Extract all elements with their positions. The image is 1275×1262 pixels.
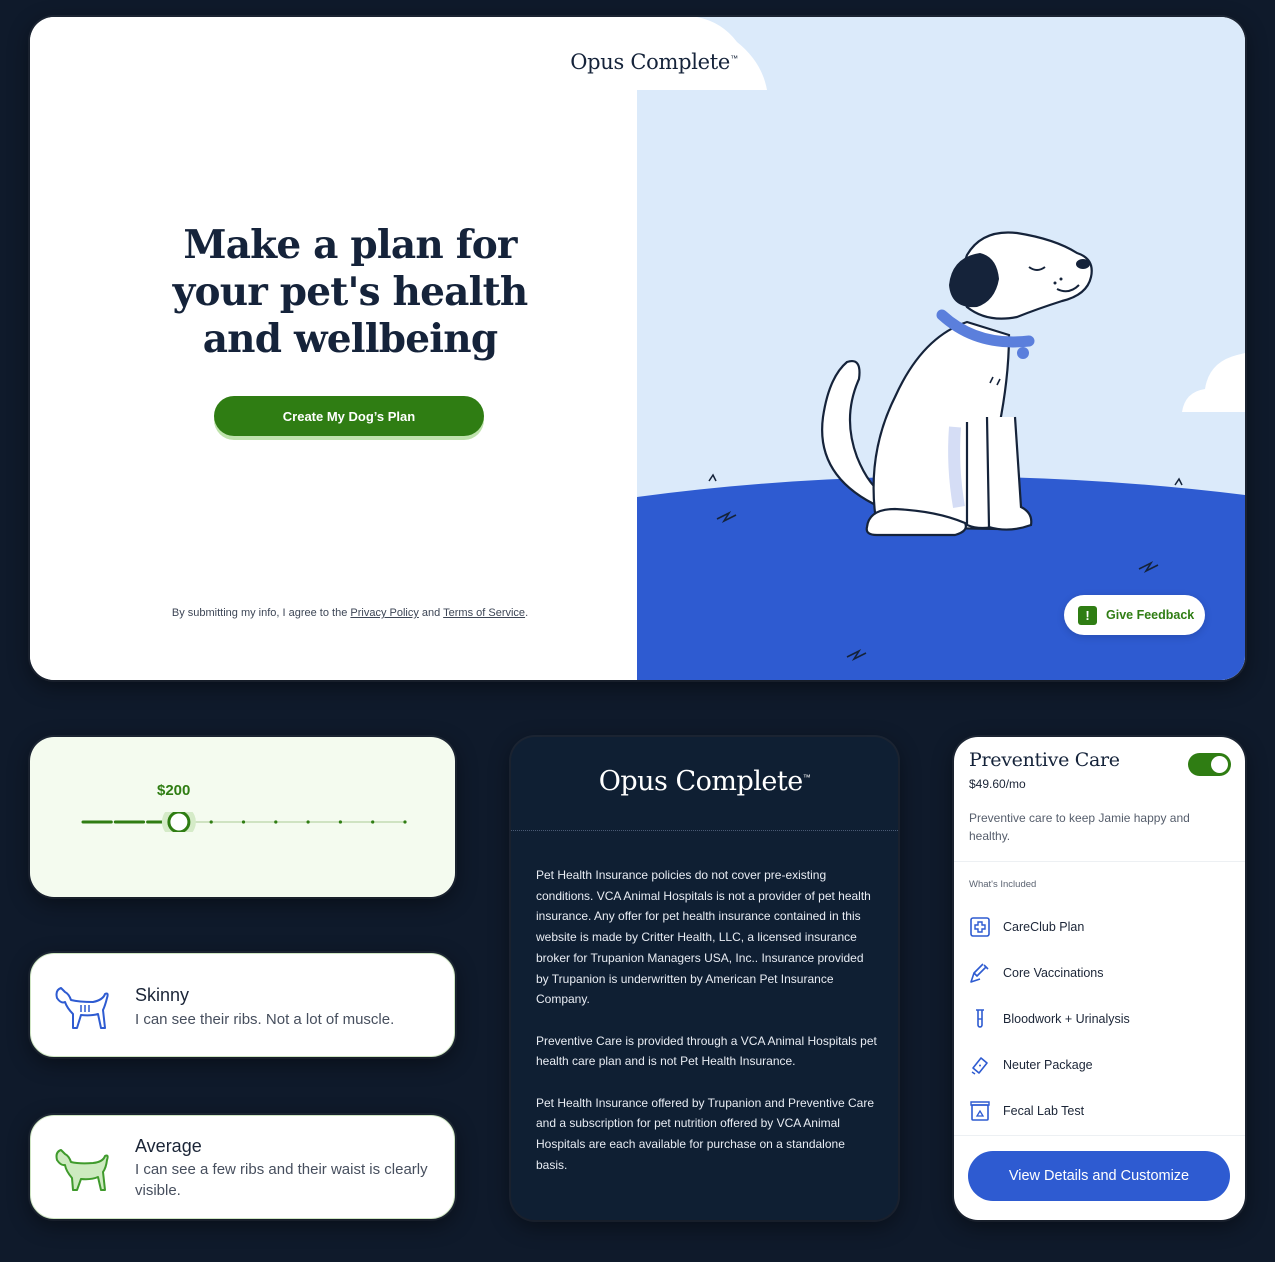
feedback-alert-icon: ! — [1078, 605, 1097, 625]
slider-step-dot — [403, 820, 407, 824]
skinny-dog-icon — [55, 987, 109, 1029]
hero-card: Make a plan for your pet's health and we… — [30, 17, 1245, 680]
create-plan-button[interactable]: Create My Dog’s Plan — [214, 396, 484, 436]
plan-title: Preventive Care — [969, 749, 1120, 771]
test-tube-icon — [976, 1009, 984, 1028]
legal-notice: By submitting my info, I agree to the Pr… — [171, 607, 529, 619]
divider — [954, 1135, 1245, 1136]
preventive-care-card: Preventive Care $49.60/mo Preventive car… — [954, 737, 1245, 1220]
brand-logo: Opus Complete™ — [570, 50, 738, 74]
toggle-knob — [1211, 756, 1228, 773]
slider-value-label: $200 — [157, 782, 191, 799]
slider-step-dot — [371, 820, 375, 824]
brand-logo: Opus Complete™ — [598, 766, 811, 797]
slider-step-dot — [209, 820, 213, 824]
disclaimer-card: Opus Complete™ Pet Health Insurance poli… — [511, 737, 898, 1220]
plan-toggle[interactable] — [1188, 753, 1231, 776]
list-item: Bloodwork + Urinalysis — [969, 996, 1231, 1042]
hero-left-panel: Make a plan for your pet's health and we… — [30, 17, 637, 680]
slider-step-dot — [274, 820, 278, 824]
plan-price: $49.60/mo — [969, 777, 1026, 791]
slider-step-dot — [306, 820, 310, 824]
slider-step-dot — [241, 820, 246, 824]
dog-illustration — [637, 17, 1245, 680]
medical-cross-icon — [970, 917, 990, 937]
plan-description: Preventive care to keep Jamie happy and … — [969, 811, 1190, 843]
privacy-policy-link[interactable]: Privacy Policy — [350, 607, 418, 619]
disclaimer-text: Pet Health Insurance policies do not cov… — [536, 865, 878, 1196]
syringe-icon — [970, 963, 989, 983]
slider-thumb[interactable] — [167, 812, 191, 832]
divider — [954, 861, 1245, 862]
lab-container-icon — [970, 1101, 990, 1121]
slider-step-dot — [338, 820, 342, 824]
budget-slider[interactable] — [80, 812, 410, 832]
body-type-option-skinny[interactable]: Skinny I can see their ribs. Not a lot o… — [30, 953, 455, 1057]
body-type-description: I can see their ribs. Not a lot of muscl… — [135, 1011, 395, 1028]
hero-title: Make a plan for your pet's health and we… — [172, 222, 529, 362]
bandage-icon — [971, 1057, 988, 1075]
included-label: What's Included — [969, 879, 1037, 890]
body-type-option-average[interactable]: Average I can see a few ribs and their w… — [30, 1115, 455, 1219]
disclaimer-paragraph: Preventive Care is provided through a VC… — [536, 1033, 877, 1069]
list-item: Neuter Package — [969, 1042, 1231, 1088]
list-item: Fecal Lab Test — [969, 1088, 1231, 1134]
disclaimer-paragraph: Pet Health Insurance policies do not cov… — [536, 868, 871, 1007]
included-list: CareClub Plan Core Vaccinations Bloodwor… — [969, 904, 1231, 1134]
list-item: Core Vaccinations — [969, 950, 1231, 996]
terms-of-service-link[interactable]: Terms of Service — [443, 607, 525, 619]
body-type-title: Skinny — [135, 985, 190, 1005]
divider — [511, 830, 898, 831]
list-item: CareClub Plan — [969, 904, 1231, 950]
view-details-button[interactable]: View Details and Customize — [968, 1151, 1230, 1201]
budget-slider-card: $200 — [30, 737, 455, 897]
body-type-title: Average — [135, 1136, 202, 1156]
give-feedback-button[interactable]: ! Give Feedback — [1064, 595, 1205, 635]
hero-illustration-panel: Opus Complete™ — [570, 17, 1245, 680]
disclaimer-paragraph: Pet Health Insurance offered by Trupanio… — [536, 1095, 874, 1172]
average-dog-icon — [55, 1149, 109, 1191]
body-type-description: I can see a few ribs and their waist is … — [135, 1161, 428, 1199]
